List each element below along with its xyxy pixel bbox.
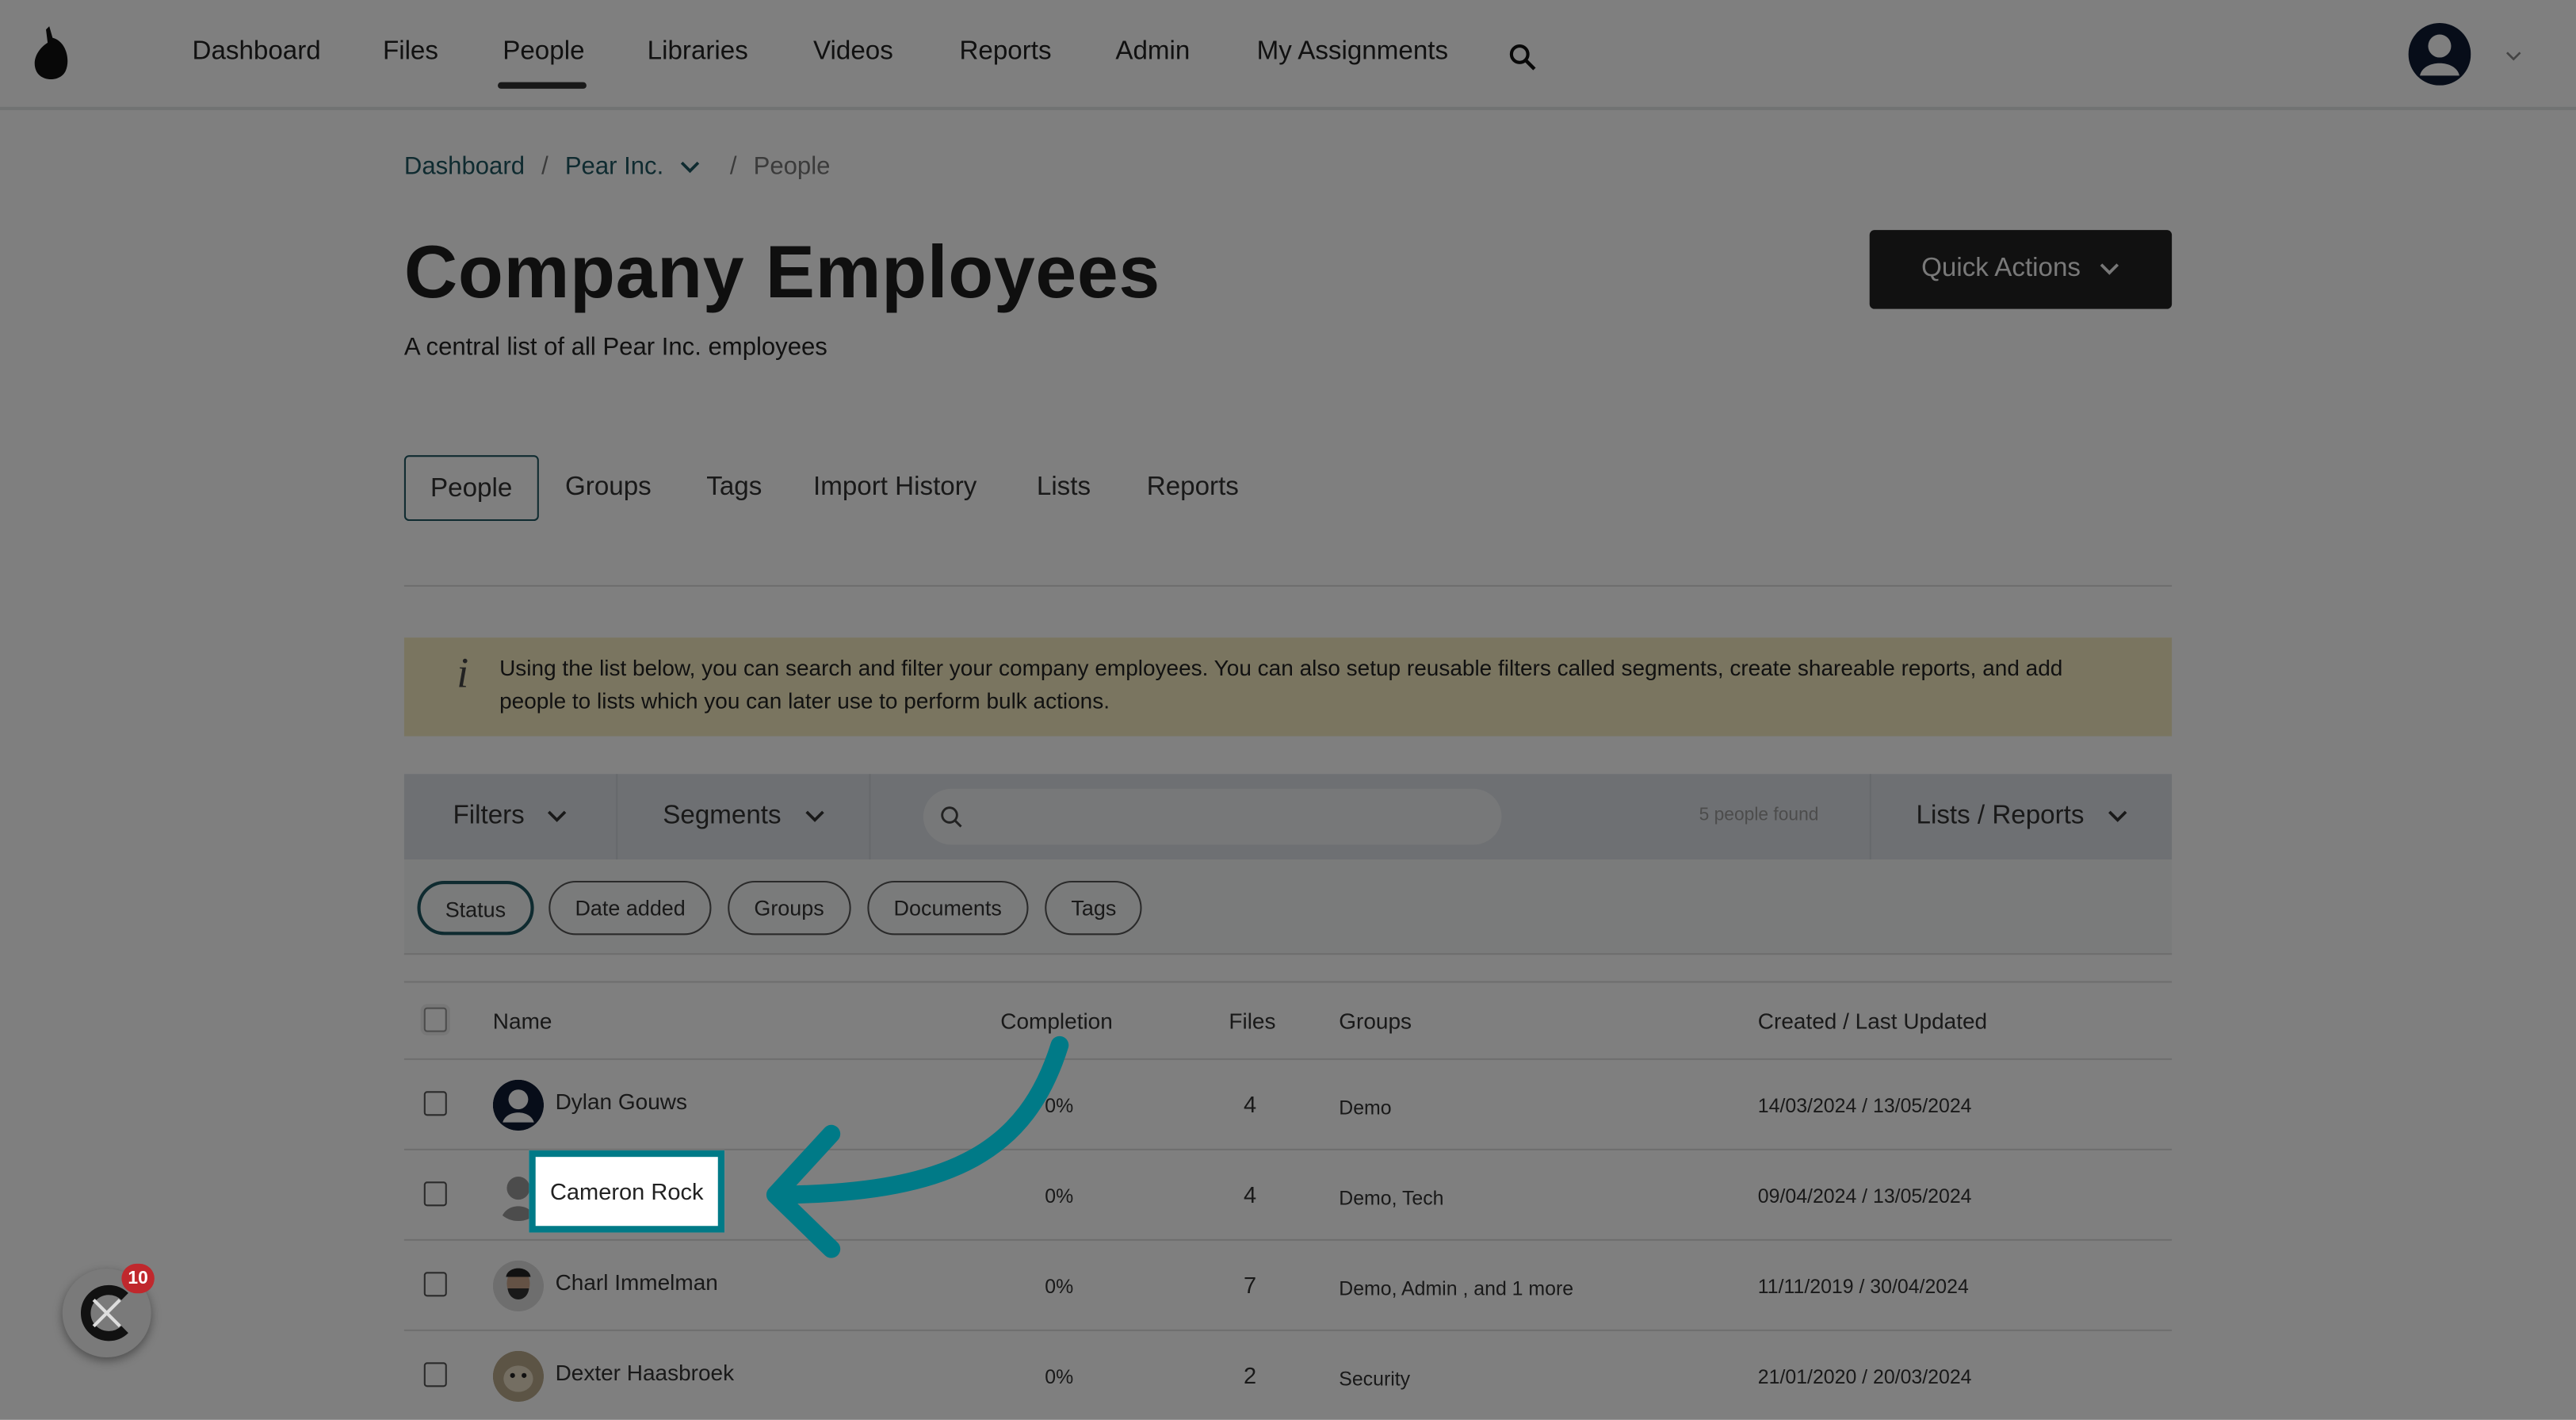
highlighted-person-link[interactable]: Cameron Rock bbox=[529, 1150, 725, 1233]
help-widget-button[interactable]: 10 bbox=[62, 1263, 155, 1358]
notification-badge: 10 bbox=[121, 1263, 155, 1294]
app: Dashboard Files People Libraries Videos … bbox=[0, 0, 2576, 1420]
guide-arrow-icon bbox=[766, 1035, 1069, 1258]
widget-logo-icon bbox=[81, 1284, 128, 1342]
